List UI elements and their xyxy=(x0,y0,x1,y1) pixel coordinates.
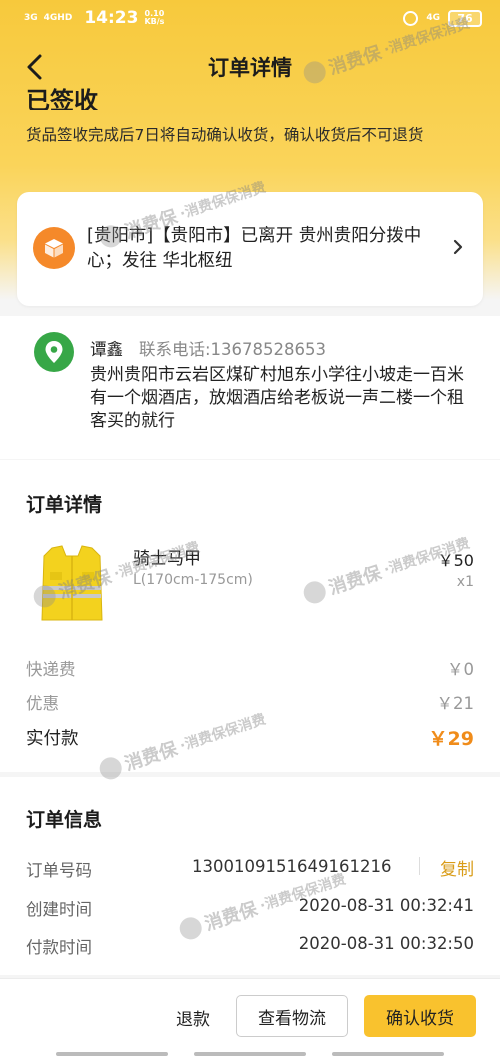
network-type: 4G xyxy=(426,13,440,23)
order-status-description: 货品签收完成后7日将自动确认收货，确认收货后不可退货 xyxy=(26,126,424,144)
network-speed: 0.10 KB/s xyxy=(144,9,165,26)
shipping-address-section: 谭鑫 联系电话:13678528653 贵州贵阳市云岩区煤矿村旭东小学往小坡走一… xyxy=(0,316,500,459)
order-status-title: 已签收 xyxy=(26,87,98,110)
order-number-value: 1300109151649161216 xyxy=(192,857,392,876)
order-info-title: 订单信息 xyxy=(26,809,103,831)
discount-value: ￥21 xyxy=(436,694,475,713)
order-details-section: 订单详情 骑士马甲 L(170cm-175cm) ￥50 x1 快递费 ￥0 优… xyxy=(0,460,500,772)
system-nav-indicator xyxy=(56,1052,168,1056)
copy-divider xyxy=(419,857,420,875)
created-time-label: 创建时间 xyxy=(26,900,92,919)
payment-time-label: 付款时间 xyxy=(26,938,92,957)
product-price: ￥50 xyxy=(437,551,474,570)
payment-time-value: 2020-08-31 00:32:50 xyxy=(298,934,474,953)
alarm-icon xyxy=(403,10,419,26)
product-spec: L(170cm-175cm) xyxy=(133,572,253,588)
package-box-icon xyxy=(33,227,75,269)
recipient-phone: 联系电话:13678528653 xyxy=(139,340,327,359)
system-nav-indicator xyxy=(332,1052,444,1056)
shipping-fee-value: ￥0 xyxy=(447,660,474,679)
view-logistics-button[interactable]: 查看物流 xyxy=(236,995,348,1037)
confirm-receipt-button[interactable]: 确认收货 xyxy=(364,995,476,1037)
order-number-label: 订单号码 xyxy=(26,861,92,880)
amount-paid-label: 实付款 xyxy=(26,729,79,749)
order-info-section: 订单信息 订单号码 1300109151649161216 复制 创建时间 20… xyxy=(0,777,500,975)
status-bar: 3G 4GHD 14:23 0.10 KB/s 4G 76 xyxy=(0,0,500,36)
copy-order-number-button[interactable]: 复制 xyxy=(440,855,474,880)
product-image[interactable] xyxy=(30,542,114,626)
back-arrow-icon[interactable] xyxy=(18,50,52,84)
battery-icon: 76 xyxy=(448,9,482,27)
logistics-card[interactable]: [贵阳市]【贵阳市】已离开 贵州贵阳分拨中心；发往 华北枢纽 xyxy=(17,192,483,306)
chevron-right-icon xyxy=(453,239,463,255)
location-pin-icon xyxy=(34,332,74,372)
product-quantity: x1 xyxy=(456,574,474,590)
battery-level: 76 xyxy=(457,11,473,25)
bottom-action-bar: 退款 查看物流 确认收货 xyxy=(0,978,500,1056)
order-details-title: 订单详情 xyxy=(26,494,103,516)
product-name: 骑士马甲 xyxy=(133,549,201,569)
recipient-name: 谭鑫 xyxy=(90,340,123,359)
clock: 14:23 xyxy=(84,8,139,28)
system-nav-indicator xyxy=(194,1052,306,1056)
shipping-fee-label: 快递费 xyxy=(26,660,76,679)
page-title: 订单详情 xyxy=(208,56,292,80)
signal-indicator: 3G xyxy=(24,12,38,23)
created-time-value: 2020-08-31 00:32:41 xyxy=(298,896,474,915)
address-detail: 贵州贵阳市云岩区煤矿村旭东小学往小坡走一百米有一个烟酒店，放烟酒店给老板说一声二… xyxy=(90,365,464,431)
amount-paid-value: ￥29 xyxy=(428,728,474,750)
signal-indicator-2: 4GHD xyxy=(43,12,73,23)
logistics-latest-update: [贵阳市]【贵阳市】已离开 贵州贵阳分拨中心；发往 华北枢纽 xyxy=(87,226,422,271)
refund-button[interactable]: 退款 xyxy=(176,1005,210,1030)
discount-label: 优惠 xyxy=(26,694,59,713)
